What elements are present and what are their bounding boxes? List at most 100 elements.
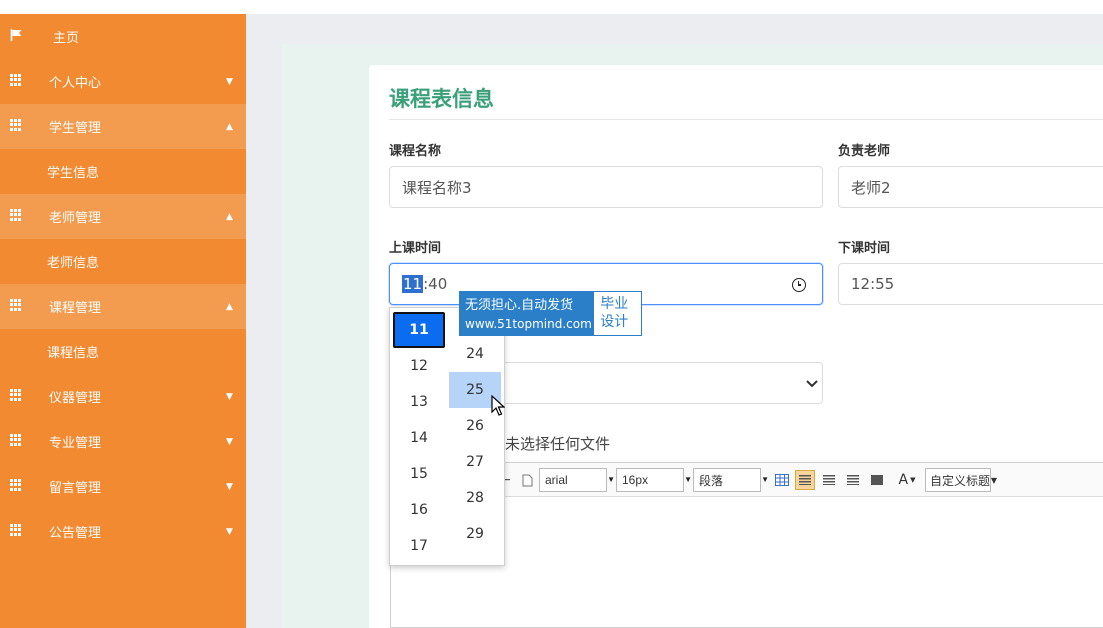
chevron-up-icon: ▲: [226, 121, 233, 132]
grid-icon: [10, 119, 23, 131]
align-right-button[interactable]: [843, 470, 863, 490]
font-size-value: 16px: [622, 473, 649, 487]
custom-title-select[interactable]: 自定义标题: [925, 468, 991, 492]
grid-icon: [10, 479, 23, 491]
caret-down-icon: ▼: [684, 475, 692, 484]
chevron-down-icon: ▼: [226, 436, 233, 447]
time-picker-dropdown: 11 12 13 14 15 16 17 24 25 26 27 28 29: [389, 307, 505, 566]
chevron-up-icon: ▲: [226, 301, 233, 312]
align-right-icon: [847, 475, 859, 485]
sidebar-item-label: 公告管理: [49, 526, 102, 541]
sidebar: 主页 个人中心 ▼ 学生管理 ▲ 学生信息 老师管理 ▲ 老师信息 课程管理 ▲…: [0, 14, 246, 628]
sidebar-item-instrument-management[interactable]: 仪器管理 ▼: [0, 374, 246, 419]
font-color-button[interactable]: A ▼: [893, 470, 921, 490]
course-name-label: 课程名称: [389, 144, 442, 159]
table-icon[interactable]: [772, 470, 792, 490]
course-name-input[interactable]: 课程名称3: [389, 166, 823, 208]
flag-icon: [10, 29, 22, 41]
align-left-button[interactable]: [795, 470, 815, 490]
align-left-icon: [799, 475, 811, 485]
paragraph-value: 段落: [699, 473, 724, 488]
new-document-icon[interactable]: [517, 470, 537, 490]
font-family-value: arial: [545, 473, 568, 487]
sidebar-item-student-management[interactable]: 学生管理 ▲: [0, 104, 246, 149]
teacher-input[interactable]: 老师2: [838, 166, 1103, 208]
sidebar-item-label: 老师管理: [49, 211, 102, 226]
hour-option-selected[interactable]: 11: [393, 312, 445, 348]
hour-option[interactable]: 15: [393, 456, 445, 492]
top-bar: [246, 0, 1103, 14]
chevron-up-icon: ▲: [226, 211, 233, 222]
align-center-button[interactable]: [819, 470, 839, 490]
minute-option[interactable]: 29: [449, 516, 501, 552]
title-divider: [389, 119, 1103, 120]
minute-option[interactable]: 28: [449, 480, 501, 516]
sidebar-item-label: 留言管理: [49, 481, 102, 496]
hour-option[interactable]: 17: [393, 528, 445, 564]
font-size-select[interactable]: 16px ▼: [616, 468, 692, 492]
align-center-icon: [823, 475, 835, 485]
sidebar-subitem-teacher-info[interactable]: 老师信息: [0, 239, 246, 284]
watermark-url: www.51topmind.com: [465, 317, 592, 331]
sidebar-item-label: 学生管理: [49, 121, 102, 136]
end-time-label: 下课时间: [838, 241, 891, 256]
watermark-right2: 设计: [600, 314, 629, 330]
grid-icon: [10, 434, 23, 446]
align-justify-button[interactable]: [867, 470, 887, 490]
end-time-input[interactable]: 12:55: [838, 263, 1103, 305]
hour-option[interactable]: 16: [393, 492, 445, 528]
caret-down-icon: ▼: [761, 475, 769, 484]
file-status-text: 未选择任何文件: [505, 435, 611, 453]
sidebar-subitem-course-info[interactable]: 课程信息: [0, 329, 246, 374]
sidebar-item-home[interactable]: 主页: [0, 14, 246, 59]
font-color-icon: A: [898, 472, 909, 488]
watermark-right1: 毕业: [600, 296, 629, 312]
chevron-down-icon: ▼: [226, 481, 233, 492]
end-time-value: 12:55: [851, 275, 895, 293]
align-justify-icon: [871, 475, 883, 485]
sidebar-item-label: 专业管理: [49, 436, 102, 451]
teacher-value: 老师2: [851, 178, 891, 197]
chevron-down-icon: ▼: [226, 76, 233, 87]
sidebar-item-teacher-management[interactable]: 老师管理 ▲: [0, 194, 246, 239]
sidebar-item-major-management[interactable]: 专业管理 ▼: [0, 419, 246, 464]
watermark-banner: 无须担心.自动发货 www.51topmind.com 毕业 设计: [459, 291, 642, 336]
mouse-cursor-icon: [491, 395, 505, 416]
grid-icon: [10, 74, 23, 86]
sidebar-item-notice-management[interactable]: 公告管理 ▼: [0, 509, 246, 554]
page-title: 课程表信息: [389, 87, 494, 111]
caret-down-icon: ▼: [607, 475, 615, 484]
sidebar-item-label: 主页: [53, 31, 80, 46]
watermark-right: 毕业 设计: [594, 292, 641, 335]
grid-icon: [10, 389, 23, 401]
hour-option[interactable]: 12: [393, 348, 445, 384]
sidebar-item-label: 仪器管理: [49, 391, 102, 406]
watermark-left: 无须担心.自动发货 www.51topmind.com: [460, 292, 595, 335]
sidebar-item-course-management[interactable]: 课程管理 ▲: [0, 284, 246, 329]
hour-option[interactable]: 13: [393, 384, 445, 420]
custom-title-value: 自定义标题: [930, 473, 991, 488]
paragraph-select[interactable]: 段落 ▼: [693, 468, 769, 492]
grid-icon: [10, 209, 23, 221]
chevron-down-icon: [806, 377, 818, 391]
chevron-down-icon: ▼: [226, 391, 233, 402]
caret-down-icon: ▼: [910, 476, 916, 484]
start-time-label: 上课时间: [389, 241, 442, 256]
sidebar-item-label: 个人中心: [49, 76, 102, 91]
grid-icon: [10, 524, 23, 536]
font-family-select[interactable]: arial ▼: [539, 468, 615, 492]
top-bar-left: [0, 0, 246, 14]
sidebar-subitem-student-info[interactable]: 学生信息: [0, 149, 246, 194]
watermark-line1: 无须担心.自动发货: [465, 298, 574, 313]
start-time-minute-segment[interactable]: :40: [423, 275, 447, 293]
sidebar-item-message-management[interactable]: 留言管理 ▼: [0, 464, 246, 509]
custom-title-caret[interactable]: ▼: [989, 470, 999, 490]
hour-option[interactable]: 14: [393, 420, 445, 456]
minute-option[interactable]: 24: [449, 336, 501, 372]
minute-option[interactable]: 27: [449, 444, 501, 480]
clock-icon[interactable]: [792, 278, 806, 292]
sidebar-item-personal-center[interactable]: 个人中心 ▼: [0, 59, 246, 104]
sidebar-item-label: 课程管理: [49, 301, 102, 316]
teacher-label: 负责老师: [838, 144, 891, 159]
start-time-hour-segment[interactable]: 11: [402, 275, 424, 293]
